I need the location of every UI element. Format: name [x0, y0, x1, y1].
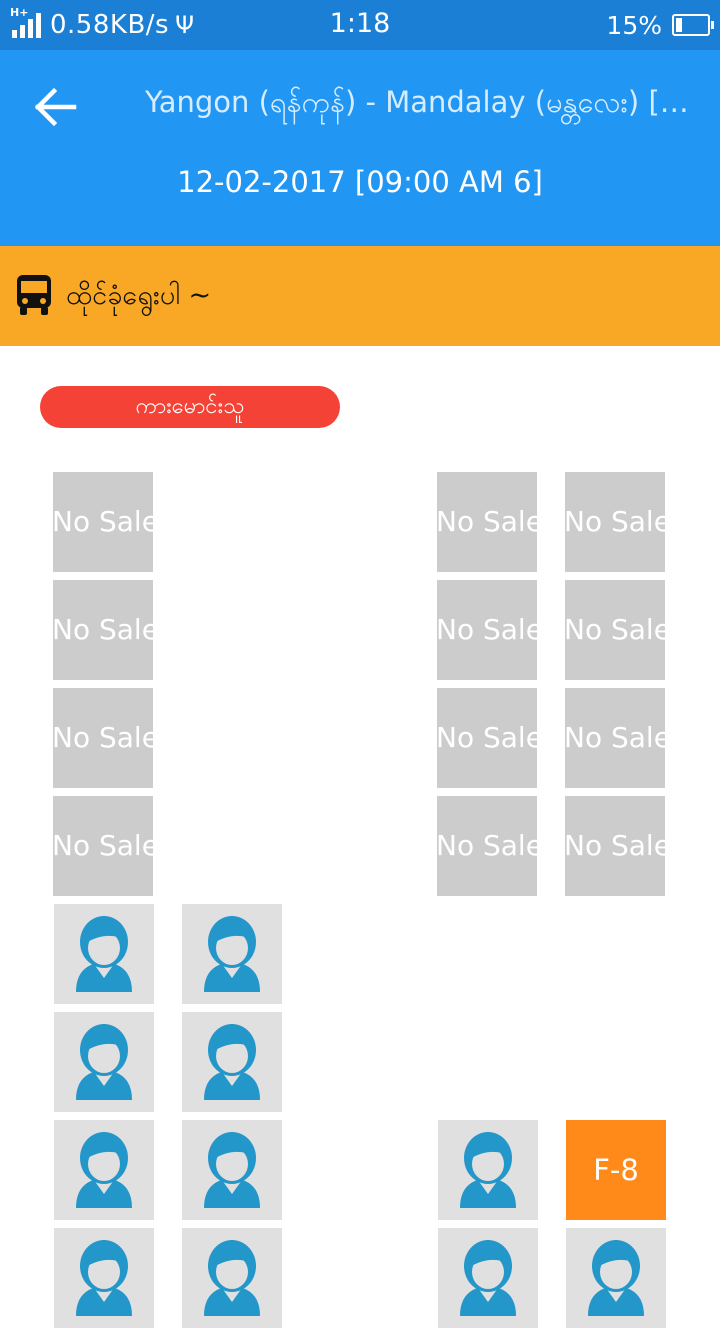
- seat-taken: [182, 1120, 282, 1220]
- seat-no-sale: No Sale: [53, 472, 153, 572]
- seat-taken: [438, 1120, 538, 1220]
- back-arrow-icon[interactable]: [30, 86, 82, 128]
- seat-taken: [438, 1228, 538, 1328]
- battery-percent: 15%: [606, 10, 662, 40]
- seat-taken: [182, 1228, 282, 1328]
- seat-no-sale: No Sale: [437, 472, 537, 572]
- seat-no-sale: No Sale: [565, 472, 665, 572]
- seat-no-sale: No Sale: [53, 688, 153, 788]
- seat-taken: [54, 904, 154, 1004]
- status-bar: H+ 0.58KB/s Ψ 1:18 15%: [0, 0, 720, 50]
- status-right: 15%: [606, 8, 714, 42]
- route-title: Yangon (ရန်ကုန်) - Mandalay (မန္တလေး) [G…: [145, 85, 700, 119]
- seat-select-label: ထိုင်ခုံရွေးပါ ~: [66, 280, 212, 311]
- seat-taken: [566, 1228, 666, 1328]
- seat-no-sale: No Sale: [565, 796, 665, 896]
- battery-icon: [672, 14, 714, 36]
- seat-available[interactable]: F-8: [566, 1120, 666, 1220]
- departure-datetime: 12-02-2017 [09:00 AM 6]: [177, 165, 543, 199]
- driver-badge: ကားမောင်းသူ: [40, 386, 340, 428]
- seat-no-sale: No Sale: [565, 688, 665, 788]
- seat-taken: [54, 1228, 154, 1328]
- seat-no-sale: No Sale: [565, 580, 665, 680]
- seat-select-bar: ထိုင်ခုံရွေးပါ ~: [0, 246, 720, 346]
- seat-taken: [182, 1012, 282, 1112]
- seat-no-sale: No Sale: [437, 580, 537, 680]
- seat-taken: [54, 1012, 154, 1112]
- seat-no-sale: No Sale: [53, 580, 153, 680]
- seat-no-sale: No Sale: [437, 688, 537, 788]
- seat-no-sale: No Sale: [53, 796, 153, 896]
- bus-icon: [17, 275, 51, 315]
- app-bar: Yangon (ရန်ကုန်) - Mandalay (မန္တလေး) [G…: [0, 50, 720, 246]
- seat-taken: [54, 1120, 154, 1220]
- seat-taken: [182, 904, 282, 1004]
- seat-no-sale: No Sale: [437, 796, 537, 896]
